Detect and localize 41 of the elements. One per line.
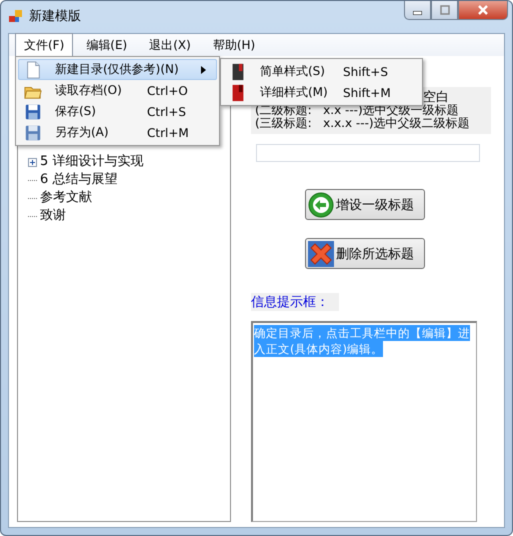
shortcut-text: Ctrl+O — [147, 84, 188, 98]
info-text: 确定目录后，点击工具栏中的【编辑】进 — [254, 325, 470, 341]
menu-item[interactable]: 帮助(H) — [204, 32, 264, 58]
menu-entry[interactable]: 详细样式(M) Shift+M — [223, 82, 420, 103]
menu-entry[interactable]: 另存为(A) Ctrl+M — [18, 122, 217, 143]
menu-entry[interactable]: 简单样式(S) Shift+S — [223, 61, 420, 82]
hint-text: 空白 — [423, 91, 449, 104]
tree-item[interactable]: 6 总结与展望 — [40, 171, 118, 189]
shortcut-text: Shift+S — [343, 64, 388, 78]
minimize-icon — [413, 10, 422, 14]
title-field[interactable] — [256, 144, 480, 162]
hint-text: (三级标题: x.x.x ---)选中父级二级标题 — [255, 117, 470, 130]
shortcut-text: Ctrl+S — [147, 104, 186, 118]
menu-entry-label: 简单样式(S) — [260, 63, 326, 80]
menu-item[interactable]: 编辑(E) — [77, 32, 136, 58]
minimize-button[interactable] — [404, 1, 431, 20]
maximize-icon — [438, 4, 450, 16]
close-icon — [477, 4, 489, 16]
info-label: 信息提示框： — [251, 293, 339, 311]
shortcut-text: Ctrl+M — [147, 126, 189, 140]
delete-heading-button[interactable]: 删除所选标题 — [305, 238, 425, 269]
tree-item[interactable]: 参考文献 — [40, 189, 92, 207]
menu-entry-label: 详细样式(M) — [260, 84, 329, 101]
shortcut-text: Shift+M — [343, 86, 391, 100]
app-icon — [9, 9, 23, 23]
menu-entry[interactable]: 读取存档(O) Ctrl+O — [18, 80, 217, 101]
delete-icon — [308, 240, 334, 266]
window-title: 新建模版 — [29, 8, 81, 25]
menu-entry[interactable]: 新建目录(仅供参考)(N) — [18, 59, 217, 80]
tree-item[interactable]: 致谢 — [40, 207, 66, 225]
menu-entry-label: 另存为(A) — [55, 124, 110, 141]
tree-item[interactable]: 5 详细设计与实现 — [40, 153, 144, 171]
add-heading-button[interactable]: 增设一级标题 — [305, 189, 425, 220]
info-text: 入正文(具体内容)编辑。 — [254, 341, 383, 357]
menu-item[interactable]: 退出(X) — [140, 32, 200, 58]
menu-entry[interactable]: 保存(S) Ctrl+S — [18, 101, 217, 122]
menu-entry-label: 保存(S) — [55, 103, 97, 120]
menu-entry-label: 新建目录(仅供参考)(N) — [55, 61, 179, 78]
menu-item[interactable]: 文件(F) — [15, 32, 74, 58]
menu-entry-label: 读取存档(O) — [55, 82, 123, 99]
close-button[interactable] — [458, 1, 508, 20]
